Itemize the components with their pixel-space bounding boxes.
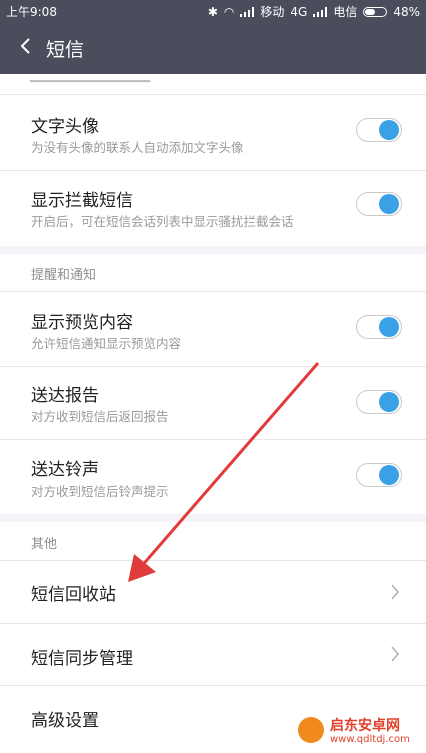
watermark-url: www.qdltdj.com	[330, 734, 410, 745]
setting-label: 高级设置	[31, 711, 99, 731]
setting-label: 短信回收站	[31, 585, 116, 605]
signal-icon	[240, 6, 255, 17]
setting-label: 显示预览内容	[31, 313, 133, 333]
toggle-knob	[379, 120, 399, 140]
show-blocked-toggle[interactable]	[356, 192, 402, 216]
carrier-telecom: 电信	[333, 5, 358, 19]
carrier-mobile: 移动	[260, 5, 285, 19]
setting-label: 显示拦截短信	[31, 191, 133, 211]
bluetooth-icon: ✱	[207, 4, 218, 19]
setting-delivery-report[interactable]: 送达报告 对方收到短信后返回报告	[0, 367, 426, 439]
setting-subtitle: 允许短信通知显示预览内容	[31, 336, 182, 351]
setting-preview[interactable]: 显示预览内容 允许短信通知显示预览内容	[0, 292, 426, 366]
setting-label: 送达报告	[31, 386, 99, 406]
setting-label: 短信同步管理	[31, 649, 133, 669]
section-header-other: 其他	[31, 537, 58, 552]
setting-delivery-tone[interactable]: 送达铃声 对方收到短信后铃声提示	[0, 440, 426, 514]
section-gap	[0, 246, 426, 254]
setting-subtitle: 对方收到短信后返回报告	[31, 409, 169, 424]
setting-show-blocked[interactable]: 显示拦截短信 开启后，可在短信会话列表中显示骚扰拦截会话	[0, 171, 426, 246]
delivery-tone-toggle[interactable]	[356, 463, 402, 487]
chevron-right-icon	[391, 584, 399, 600]
back-icon[interactable]	[16, 36, 36, 56]
battery-level: 48%	[393, 4, 420, 19]
toggle-knob	[379, 317, 399, 337]
setting-recycle-bin[interactable]: 短信回收站	[0, 561, 426, 623]
battery-icon	[363, 6, 388, 17]
toggle-knob	[379, 392, 399, 412]
watermark: 启东安卓网 www.qdltdj.com	[292, 713, 422, 751]
preview-toggle[interactable]	[356, 315, 402, 339]
setting-label: 文字头像	[31, 117, 99, 137]
status-bar: 上午9:08 ✱ ◠ 移动 4G 电信 48%	[0, 0, 426, 20]
setting-label: 送达铃声	[31, 460, 99, 480]
delivery-report-toggle[interactable]	[356, 390, 402, 414]
toggle-knob	[379, 465, 399, 485]
text-avatar-toggle[interactable]	[356, 118, 402, 142]
setting-text-avatar[interactable]: 文字头像 为没有头像的联系人自动添加文字头像	[0, 95, 426, 170]
chevron-right-icon	[391, 646, 399, 662]
watermark-title: 启东安卓网	[330, 718, 400, 734]
watermark-logo-icon	[298, 717, 324, 743]
page-title: 短信	[46, 39, 85, 61]
setting-sync[interactable]: 短信同步管理	[0, 624, 426, 685]
clipped-row-remnant: ▁▁▁▁▁▁▁▁▁▁▁▁	[30, 74, 150, 83]
setting-subtitle: 对方收到短信后铃声提示	[31, 484, 169, 499]
network-type: 4G	[290, 4, 308, 19]
wifi-icon: ◠	[223, 4, 235, 19]
status-icons: ✱ ◠ 移动 4G 电信 48%	[208, 3, 420, 20]
status-time: 上午9:08	[6, 5, 57, 19]
toggle-knob	[379, 194, 399, 214]
settings-list[interactable]: ▁▁▁▁▁▁▁▁▁▁▁▁ 文字头像 为没有头像的联系人自动添加文字头像 显示拦截…	[0, 74, 426, 753]
signal-icon-2	[313, 6, 328, 17]
setting-subtitle: 为没有头像的联系人自动添加文字头像	[31, 140, 244, 155]
setting-subtitle: 开启后，可在短信会话列表中显示骚扰拦截会话	[31, 214, 294, 229]
title-bar: 短信	[0, 20, 426, 74]
section-gap	[0, 514, 426, 522]
section-header-notify: 提醒和通知	[31, 268, 97, 283]
